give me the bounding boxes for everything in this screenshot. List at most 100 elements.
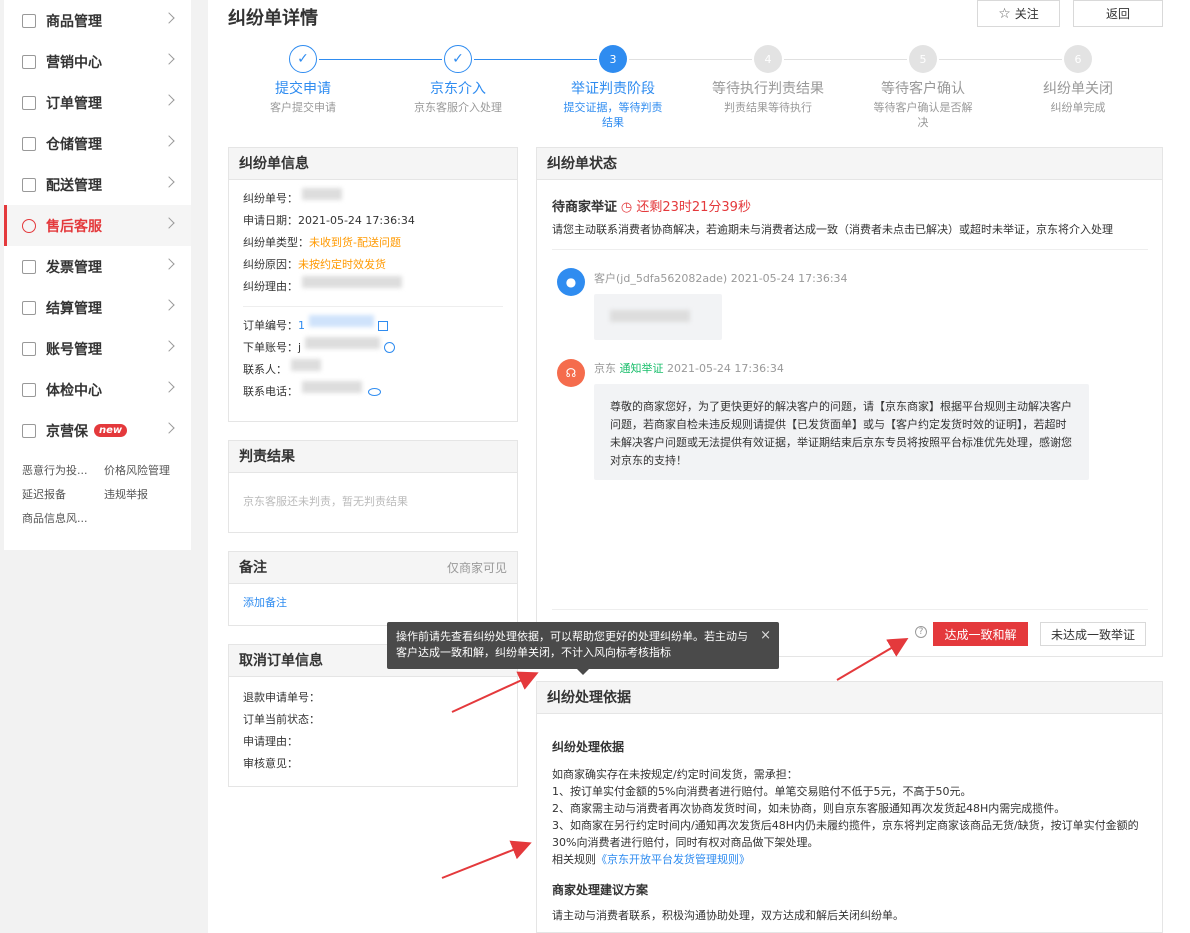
sidebar-item[interactable]: 仓储管理 <box>4 123 191 164</box>
sidebar-sub-links: 恶意行为投... 价格风险管理 延迟报备 违规举报 商品信息风... <box>4 451 191 531</box>
judgment-title: 判责结果 <box>229 441 517 473</box>
masked-value <box>610 310 690 322</box>
dispute-status-panel: 纠纷单状态 待商家举证 ◷ 还剩23时21分39秒 请您主动联系消费者协商解决，… <box>536 147 1163 657</box>
new-badge: new <box>94 424 128 437</box>
sidebar-item[interactable]: 结算管理 <box>4 287 191 328</box>
notes-title: 备注 <box>239 560 267 576</box>
follow-button[interactable]: ☆ 关注 <box>977 0 1060 27</box>
sidebar-item[interactable]: 京营保 new <box>4 410 191 451</box>
step-number: 5 <box>909 45 937 73</box>
chevron-right-icon <box>163 340 175 352</box>
step-item: 6 纠纷单关闭 纠纷单完成 <box>1003 44 1153 115</box>
main-content: 纠纷单详情 ☆ 关注 返回 ✓ 提交申请 客户提交申请 ✓ 京东介入 京东客服介入处理 3 举… <box>208 0 1190 933</box>
basis-title: 纠纷处理依据 <box>537 682 1162 714</box>
step-item: ✓ 京东介入 京东客服介入处理 <box>383 44 533 115</box>
apply-date-row: 申请日期： 2021-05-24 17:36:34 <box>243 214 415 227</box>
agree-settlement-button[interactable]: 达成一致和解 <box>933 622 1028 646</box>
submit-evidence-button[interactable]: 未达成一致举证 <box>1040 622 1146 646</box>
progress-steps: ✓ 提交申请 客户提交申请 ✓ 京东介入 京东客服介入处理 3 举证判责阶段 提交证据，等待判责… <box>228 44 1163 134</box>
contact-row: 联系人： <box>229 359 517 381</box>
step-desc: 等待客户确认是否解决 <box>873 101 973 129</box>
step-item: 5 等待客户确认等待客户确认是否解决 <box>848 44 998 130</box>
step-item: 4 等待执行判责结果 判责结果等待执行 <box>693 44 843 115</box>
masked-value <box>302 188 342 200</box>
step-title: 等待客户确认 <box>881 81 965 97</box>
chevron-right-icon <box>163 176 175 188</box>
step-desc: 客户提交申请 <box>270 101 336 114</box>
sidebar-item[interactable]: 体检中心 <box>4 369 191 410</box>
cancel-row: 审核意见： <box>243 757 298 770</box>
countdown: ◷ 还剩23时21分39秒 <box>621 200 751 215</box>
basis-line: 2、商家需主动与消费者再次协商发货时间，如未协商，则自京东客服通知再次发货起48… <box>552 802 1066 815</box>
jd-avatar: ☊ <box>557 359 585 387</box>
chevron-right-icon <box>163 135 175 147</box>
sidebar-sub-link[interactable]: 商品信息风... <box>22 507 104 531</box>
help-icon[interactable]: ? <box>915 626 927 638</box>
chart-icon <box>22 54 36 69</box>
check-icon: ✓ <box>289 45 317 73</box>
sidebar-item[interactable]: 订单管理 <box>4 82 191 123</box>
chevron-right-icon <box>163 422 175 434</box>
sidebar-sub-link[interactable]: 恶意行为投... <box>22 459 104 483</box>
masked-value <box>291 359 321 371</box>
sidebar-item[interactable]: 发票管理 <box>4 246 191 287</box>
order-number-row: 订单编号： 1 <box>229 315 517 337</box>
basis-line: 如商家确实存在未按规定/约定时间发货，需承担： <box>552 768 798 781</box>
checkup-icon <box>22 382 36 397</box>
cancel-row: 退款申请单号： <box>243 691 320 704</box>
copy-icon[interactable] <box>378 321 388 331</box>
sidebar: 商品管理营销中心订单管理仓储管理配送管理售后客服发票管理结算管理账号管理体检中心… <box>4 0 191 550</box>
chat-icon[interactable] <box>384 342 396 353</box>
masked-value <box>305 337 381 349</box>
dispute-type-row: 纠纷单类型： 未收到货-配送问题 <box>243 236 401 249</box>
step-item: ✓ 提交申请 客户提交申请 <box>228 44 378 115</box>
invoice-icon <box>22 259 36 274</box>
sidebar-sub-link[interactable]: 违规举报 <box>104 483 186 507</box>
step-desc: 京东客服介入处理 <box>414 101 502 114</box>
sidebar-item-label: 营销中心 <box>46 54 102 71</box>
rule-link[interactable]: 《京东开放平台发货管理规则》 <box>596 853 750 866</box>
basis-heading: 纠纷处理依据 <box>552 740 625 754</box>
masked-value <box>302 381 362 393</box>
masked-value <box>302 276 402 288</box>
sidebar-item-label: 账号管理 <box>46 341 102 358</box>
eye-icon[interactable] <box>368 388 381 396</box>
sidebar-item-label: 售后客服 <box>46 218 102 235</box>
order-number-link[interactable]: 1 <box>298 315 305 337</box>
cancel-row: 订单当前状态： <box>243 713 320 726</box>
sidebar-item[interactable]: 营销中心 <box>4 41 191 82</box>
phone-row: 联系电话： <box>229 381 517 403</box>
customer-avatar: ● <box>557 268 585 296</box>
sidebar-sub-link[interactable]: 延迟报备 <box>22 483 104 507</box>
bag-icon <box>22 13 36 28</box>
sidebar-item-label: 仓储管理 <box>46 136 102 153</box>
sidebar-item[interactable]: 售后客服 <box>4 205 191 246</box>
chevron-right-icon <box>163 258 175 270</box>
step-desc: 提交证据，等待判责结果 <box>563 101 663 129</box>
sidebar-item[interactable]: 商品管理 <box>4 0 191 41</box>
dispute-cause-row: 纠纷理由： <box>229 276 517 298</box>
follow-label: 关注 <box>1014 7 1039 21</box>
sidebar-item-label: 结算管理 <box>46 300 102 317</box>
customer-message-bubble <box>594 294 722 340</box>
divider <box>552 249 1148 250</box>
notes-panel: 备注 仅商家可见 添加备注 <box>228 551 518 626</box>
step-title: 京东介入 <box>430 81 486 97</box>
sidebar-sub-link[interactable]: 价格风险管理 <box>104 459 186 483</box>
judgment-empty-text: 京东客服还未判责，暂无判责结果 <box>243 495 408 508</box>
account-icon <box>22 341 36 356</box>
chevron-right-icon <box>163 299 175 311</box>
cancel-row: 申请理由： <box>243 735 298 748</box>
step-desc: 纠纷单完成 <box>1050 101 1106 114</box>
sidebar-item-label: 商品管理 <box>46 13 102 30</box>
sidebar-item[interactable]: 配送管理 <box>4 164 191 205</box>
sidebar-item[interactable]: 账号管理 <box>4 328 191 369</box>
chevron-right-icon <box>163 381 175 393</box>
chevron-right-icon <box>163 94 175 106</box>
back-button[interactable]: 返回 <box>1073 0 1163 27</box>
masked-value <box>309 315 374 327</box>
basis-line: 3、如商家在另行约定时间内/通知再次发货后48H内仍未履约揽件，京东将判定商家该… <box>552 819 1139 849</box>
chevron-right-icon <box>163 12 175 24</box>
add-note-link[interactable]: 添加备注 <box>229 584 517 620</box>
close-icon[interactable]: × <box>760 628 771 644</box>
